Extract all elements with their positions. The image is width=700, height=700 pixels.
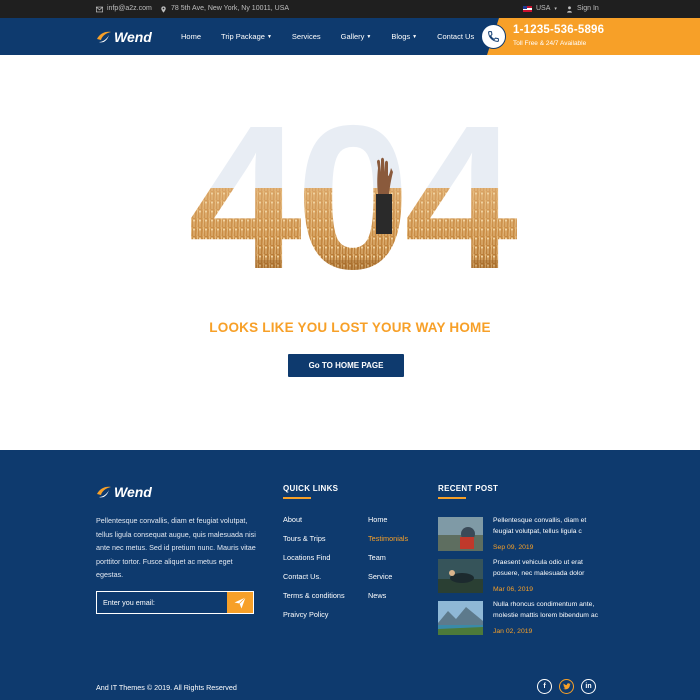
recent-posts-list: Pellentesque convallis, diam et feugiat … xyxy=(438,517,608,643)
newsletter-form xyxy=(96,591,254,614)
mail-icon xyxy=(96,6,103,12)
footer-link-terms[interactable]: Terms & conditions xyxy=(283,586,345,605)
nav-contact[interactable]: Contact Us xyxy=(437,32,474,41)
recent-post-item[interactable]: Praesent vehicula odio ut erat posuere, … xyxy=(438,559,608,601)
recent-post-title: RECENT POST xyxy=(438,484,499,499)
location-pin-icon xyxy=(161,5,166,13)
topbar-email-text: infp@a2z.com xyxy=(107,5,152,12)
footer-link-tours[interactable]: Tours & Trips xyxy=(283,529,345,548)
chevron-down-icon: ▾ xyxy=(554,6,557,12)
footer: Wend Pellentesque convallis, diam et feu… xyxy=(0,450,700,700)
footer-link-contact[interactable]: Contact Us. xyxy=(283,567,345,586)
recent-post-item[interactable]: Nulla rhoncus condimentum ante, molestie… xyxy=(438,601,608,643)
top-bar: infp@a2z.com 78 5th Ave, New York, Ny 10… xyxy=(0,0,700,18)
footer-logo[interactable]: Wend xyxy=(96,484,152,500)
nav-gallery[interactable]: Gallery ▼ xyxy=(341,32,372,41)
footer-link-news[interactable]: News xyxy=(368,586,408,605)
logo-mark-icon xyxy=(97,486,111,498)
logo-mark-icon xyxy=(97,31,111,43)
chevron-down-icon: ▼ xyxy=(412,33,418,40)
post-excerpt[interactable]: Pellentesque convallis, diam et feugiat … xyxy=(493,516,608,537)
post-thumbnail[interactable] xyxy=(438,559,483,593)
chevron-down-icon: ▼ xyxy=(366,33,372,40)
post-date: Mar 06, 2019 xyxy=(493,586,534,593)
post-date: Jan 02, 2019 xyxy=(493,628,533,635)
post-thumbnail[interactable] xyxy=(438,601,483,635)
nav-services[interactable]: Services xyxy=(292,32,321,41)
topbar-address-text: 78 5th Ave, New York, Ny 10011, USA xyxy=(171,5,290,12)
linkedin-icon[interactable]: in xyxy=(581,679,596,694)
phone-number[interactable]: 1-1235-536-5896 xyxy=(513,24,604,36)
us-flag-icon xyxy=(523,6,532,12)
paper-plane-icon xyxy=(234,596,246,608)
nav-gallery-label: Gallery xyxy=(340,32,365,41)
chevron-down-icon: ▼ xyxy=(266,33,272,40)
language-label: USA xyxy=(536,5,551,12)
quick-links-col2: Home Testimonials Team Service News xyxy=(368,510,408,605)
nav-trip-package[interactable]: Trip Package ▼ xyxy=(221,32,272,41)
post-thumbnail[interactable] xyxy=(438,517,483,551)
footer-link-team[interactable]: Team xyxy=(368,548,408,567)
footer-link-privacy[interactable]: Praivcy Policy xyxy=(283,605,345,624)
error-404-graphic: 404 xyxy=(187,110,517,280)
post-excerpt[interactable]: Nulla rhoncus condimentum ante, molestie… xyxy=(493,600,608,621)
footer-link-home[interactable]: Home xyxy=(368,510,408,529)
footer-bottom: And IT Themes © 2019. All Rights Reserve… xyxy=(0,675,700,700)
phone-icon[interactable] xyxy=(481,24,506,49)
facebook-icon[interactable]: f xyxy=(537,679,552,694)
signin-label: Sign In xyxy=(577,5,599,12)
newsletter-email-input[interactable] xyxy=(97,592,227,613)
copyright-text: And IT Themes © 2019. All Rights Reserve… xyxy=(96,683,237,692)
phone-glyph xyxy=(488,31,499,42)
phone-availability: Toll Free & 24/7 Available xyxy=(513,40,587,47)
signin-link[interactable]: Sign In xyxy=(566,0,599,18)
user-icon xyxy=(567,5,572,13)
footer-about-text: Pellentesque convallis, diam et feugiat … xyxy=(96,516,256,579)
topbar-email[interactable]: infp@a2z.com xyxy=(96,0,152,18)
nav-home[interactable]: Home xyxy=(181,32,201,41)
newsletter-submit-button[interactable] xyxy=(227,592,253,613)
twitter-icon[interactable] xyxy=(559,679,574,694)
nav-blogs-label: Blogs xyxy=(391,32,411,41)
nav-services-label: Services xyxy=(291,32,321,41)
main-nav: Home Trip Package ▼ Services Gallery ▼ Blo… xyxy=(181,18,494,55)
nav-trip-package-label: Trip Package xyxy=(221,32,265,41)
post-excerpt[interactable]: Praesent vehicula odio ut erat posuere, … xyxy=(493,558,608,579)
quick-links-title: QUICK LINKS xyxy=(283,484,339,499)
quick-links-col1: About Tours & Trips Locations Find Conta… xyxy=(283,510,345,624)
footer-brand-name: Wend xyxy=(114,484,152,500)
footer-link-service[interactable]: Service xyxy=(368,567,408,586)
footer-link-testimonials[interactable]: Testimonials xyxy=(368,529,408,548)
brand-logo[interactable]: Wend xyxy=(96,29,152,45)
post-date: Sep 09, 2019 xyxy=(493,544,534,551)
nav-blogs[interactable]: Blogs ▼ xyxy=(391,32,417,41)
brand-name: Wend xyxy=(114,29,152,45)
recent-post-item[interactable]: Pellentesque convallis, diam et feugiat … xyxy=(438,517,608,559)
language-selector[interactable]: USA ▾ xyxy=(523,0,557,18)
footer-link-locations[interactable]: Locations Find xyxy=(283,548,345,567)
footer-link-about[interactable]: About xyxy=(283,510,345,529)
error-headline: LOOKS LIKE YOU LOST YOUR WAY HOME xyxy=(209,320,491,335)
nav-home-label: Home xyxy=(181,32,202,41)
go-home-button[interactable]: Go TO HOME PAGE xyxy=(288,354,404,377)
nav-contact-label: Contact Us xyxy=(437,32,475,41)
topbar-address: 78 5th Ave, New York, Ny 10011, USA xyxy=(160,0,289,18)
